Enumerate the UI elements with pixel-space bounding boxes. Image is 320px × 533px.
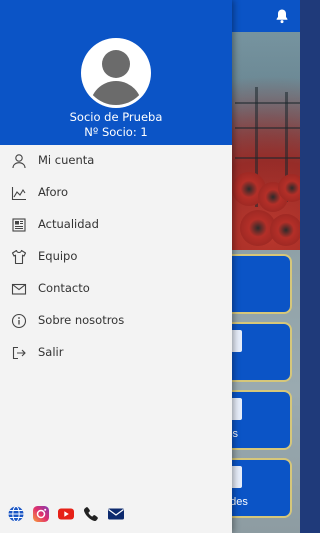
menu-item-salir[interactable]: Salir (0, 337, 232, 369)
menu-item-label: Actualidad (38, 217, 99, 231)
menu-item-label: Salir (38, 345, 64, 359)
menu-item-actualidad[interactable]: Actualidad (0, 209, 232, 241)
tshirt-icon (11, 249, 27, 265)
menu-item-mi-cuenta[interactable]: Mi cuenta (0, 145, 232, 177)
user-name: Socio de Prueba (69, 110, 163, 124)
menu-item-equipo[interactable]: Equipo (0, 241, 232, 273)
phone-icon[interactable] (82, 505, 100, 523)
menu-item-label: Aforo (38, 185, 69, 199)
menu-item-label: Contacto (38, 281, 90, 295)
social-links (0, 505, 232, 525)
menu-item-label: Equipo (38, 249, 78, 263)
info-icon (11, 313, 27, 329)
menu-item-label: Sobre nosotros (38, 313, 125, 327)
youtube-icon[interactable] (57, 505, 75, 523)
member-number: Nº Socio: 1 (84, 125, 148, 139)
bell-icon[interactable] (274, 8, 290, 24)
menu-item-contacto[interactable]: Contacto (0, 273, 232, 305)
avatar[interactable] (81, 38, 151, 108)
navigation-drawer: Socio de Prueba Nº Socio: 1 Mi cuenta Af… (0, 0, 232, 533)
menu-item-label: Mi cuenta (38, 153, 95, 167)
menu-item-sobre-nosotros[interactable]: Sobre nosotros (0, 305, 232, 337)
user-icon (12, 154, 26, 169)
mail-icon[interactable] (107, 505, 125, 523)
newspaper-icon (12, 218, 26, 232)
envelope-icon (11, 283, 27, 295)
area-chart-icon (11, 187, 26, 201)
menu-item-aforo[interactable]: Aforo (0, 177, 232, 209)
drawer-header: Socio de Prueba Nº Socio: 1 (0, 0, 232, 145)
globe-icon[interactable] (7, 505, 25, 523)
logout-icon (12, 346, 26, 360)
avatar-placeholder-icon (84, 41, 148, 105)
instagram-icon[interactable] (32, 505, 50, 523)
